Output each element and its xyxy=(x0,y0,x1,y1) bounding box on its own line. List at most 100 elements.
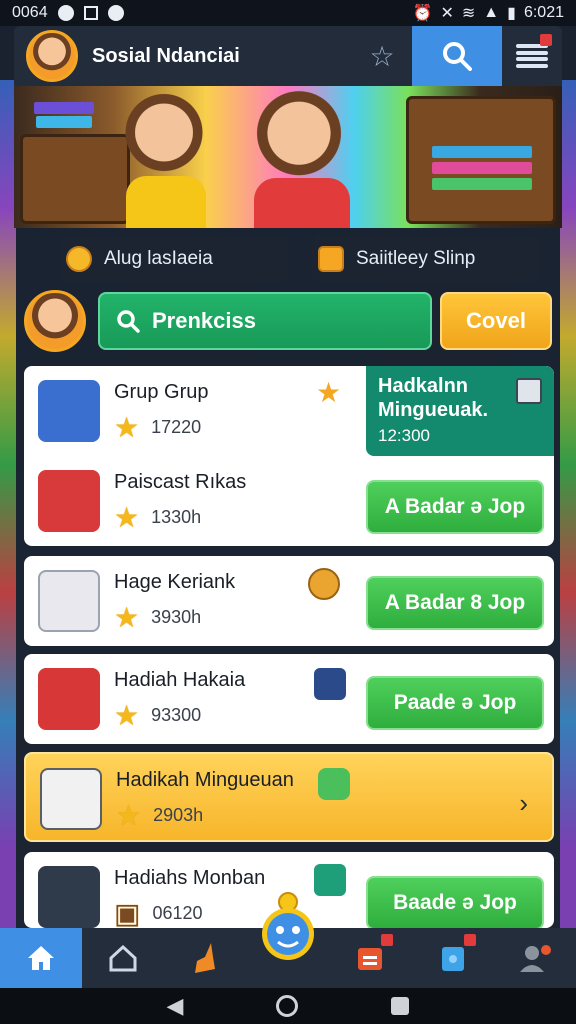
info-pill-label: Alug lasIaeia xyxy=(104,248,213,269)
chevron-right-icon[interactable]: › xyxy=(519,788,528,819)
save-icon xyxy=(516,378,542,404)
coin-icon xyxy=(308,568,340,600)
item-title: Hadiah Hakaia xyxy=(114,668,246,691)
star-icon: ★ xyxy=(114,501,140,533)
item-value: 06120 xyxy=(152,903,203,923)
star-icon: ★ xyxy=(114,601,140,633)
item-title: Hage Keriank xyxy=(114,570,236,593)
right-edge-blur xyxy=(560,80,576,934)
favorite-button[interactable]: ☆ xyxy=(352,26,412,86)
gift-box-icon xyxy=(318,246,344,272)
recents-icon[interactable] xyxy=(391,997,410,1015)
highlighted-item-card[interactable]: Hadikah Minguеuan ★ 2903h › xyxy=(24,752,554,842)
tablet-icon xyxy=(441,947,464,971)
action-button[interactable]: A Badar ə Jop xyxy=(366,480,544,534)
app-title: Sosial Ndanciai xyxy=(92,44,240,67)
star-icon: ★ xyxy=(114,699,140,731)
red-gift-icon xyxy=(38,668,100,730)
search-input[interactable]: Prenkciss xyxy=(98,292,432,350)
featured-panel[interactable]: Hadkalnn Mingueuak. 12:300 xyxy=(366,366,554,456)
status-left-text: 0064 xyxy=(12,4,48,21)
item-value: 17220 xyxy=(151,417,202,437)
info-pill[interactable]: Alug lasIaeia xyxy=(60,236,288,282)
info-pill-row: Alug lasIaeia Saiitleey Slinp xyxy=(60,236,540,282)
mascot-icon xyxy=(262,892,314,960)
record-icon xyxy=(57,5,74,21)
menu-button[interactable] xyxy=(502,26,562,86)
alarm-icon: ⏰ xyxy=(412,5,433,22)
home-icon xyxy=(28,946,55,970)
item-value: 2903h xyxy=(153,805,204,825)
star-outline-icon: ☆ xyxy=(369,40,395,72)
back-icon[interactable]: ◀ xyxy=(167,993,184,1019)
nav-house[interactable] xyxy=(82,928,164,988)
system-nav-bar: ◀ xyxy=(0,988,576,1024)
profile-avatar[interactable] xyxy=(26,30,78,82)
user-avatar[interactable] xyxy=(24,290,86,352)
item-title: Hadiahs Monban xyxy=(114,866,266,889)
mute-icon: ✕ xyxy=(440,5,454,22)
search-row: Prenkciss Covel xyxy=(24,290,554,352)
nav-tablet[interactable] xyxy=(411,928,493,988)
action-button[interactable]: A Badar 8 Jop xyxy=(366,576,544,630)
mascot-button[interactable] xyxy=(256,890,320,962)
wifi-icon: ≋ xyxy=(461,5,476,22)
gaming-kit-icon xyxy=(38,866,100,928)
red-cart-icon xyxy=(38,470,100,532)
nav-broom[interactable] xyxy=(165,928,247,988)
star-icon: ★ xyxy=(116,799,142,831)
orange-star-icon: ★ xyxy=(316,377,342,408)
shield-check-icon xyxy=(107,5,124,21)
search-input-value: Prenkciss xyxy=(152,308,256,333)
inbox-icon xyxy=(358,948,383,970)
medal-icon xyxy=(66,246,92,272)
item-card: Hadiah Hakaia ★ 93300 Paade ə Jop xyxy=(24,654,554,744)
featured-time: 12:300 xyxy=(378,426,430,445)
status-bar: 0064 ⏰ ✕ ≋ ▲ ▮ 6:021 xyxy=(0,0,576,26)
promo-banner[interactable] xyxy=(14,86,562,228)
info-pill-label: Saiitleey Slinp xyxy=(356,248,476,269)
battery-icon: ▮ xyxy=(507,5,516,22)
item-title: Paiscast Rıkas xyxy=(114,470,247,493)
green-puzzle-icon xyxy=(318,768,350,800)
hamburger-icon xyxy=(516,44,548,68)
info-pill[interactable]: Saiitleey Slinp xyxy=(312,236,540,282)
home-circle-icon[interactable] xyxy=(276,995,299,1017)
action-button[interactable]: Paade ə Jop xyxy=(366,676,544,730)
menu-badge xyxy=(540,34,552,46)
search-button[interactable] xyxy=(412,26,502,86)
character-boy xyxy=(254,90,344,186)
profile-icon xyxy=(519,945,551,972)
device-icon xyxy=(40,768,102,830)
treasure-chest-right xyxy=(406,96,556,224)
item-card: Hage Keriank ★ 3930h A Badar 8 Jop xyxy=(24,556,554,646)
search-icon xyxy=(443,42,472,71)
chat-bubble-icon xyxy=(314,668,346,700)
blue-box-icon xyxy=(38,380,100,442)
list-item[interactable]: Hadikah Minguеuan ★ 2903h xyxy=(26,754,366,840)
item-value: 3930h xyxy=(151,607,202,627)
search-icon xyxy=(117,310,140,333)
house-outline-icon xyxy=(109,944,137,972)
list-item[interactable]: Hadiah Hakaia ★ 93300 xyxy=(24,654,364,744)
item-title: Hadikah Minguеuan xyxy=(116,768,294,791)
nav-badge xyxy=(381,934,394,946)
item-value: 1330h xyxy=(151,507,202,527)
nav-home[interactable] xyxy=(0,928,83,988)
covel-button[interactable]: Covel xyxy=(440,292,552,350)
item-card: Grup Grup ★ 17220 ★ Hadkalnn Mingueuak. 1… xyxy=(24,366,554,546)
list-item[interactable]: Hage Keriank ★ 3930h xyxy=(24,556,364,646)
app-header: Sosial Ndanciai ☆ xyxy=(14,26,562,86)
list-item[interactable]: Grup Grup ★ 17220 xyxy=(24,366,364,456)
gadget-icon xyxy=(38,570,100,632)
action-button[interactable]: Baade ə Jop xyxy=(366,876,544,928)
treasure-chest-left xyxy=(20,134,130,224)
list-item[interactable]: Paiscast Rıkas ★ 1330h xyxy=(24,456,364,546)
gift-small-icon: ▣ xyxy=(114,897,141,928)
character-bearded-man xyxy=(124,92,204,182)
broom-icon xyxy=(194,943,215,973)
nav-profile[interactable] xyxy=(494,928,576,988)
nav-inbox[interactable] xyxy=(329,928,411,988)
item-title: Grup Grup xyxy=(114,380,209,403)
star-icon: ★ xyxy=(114,411,140,443)
